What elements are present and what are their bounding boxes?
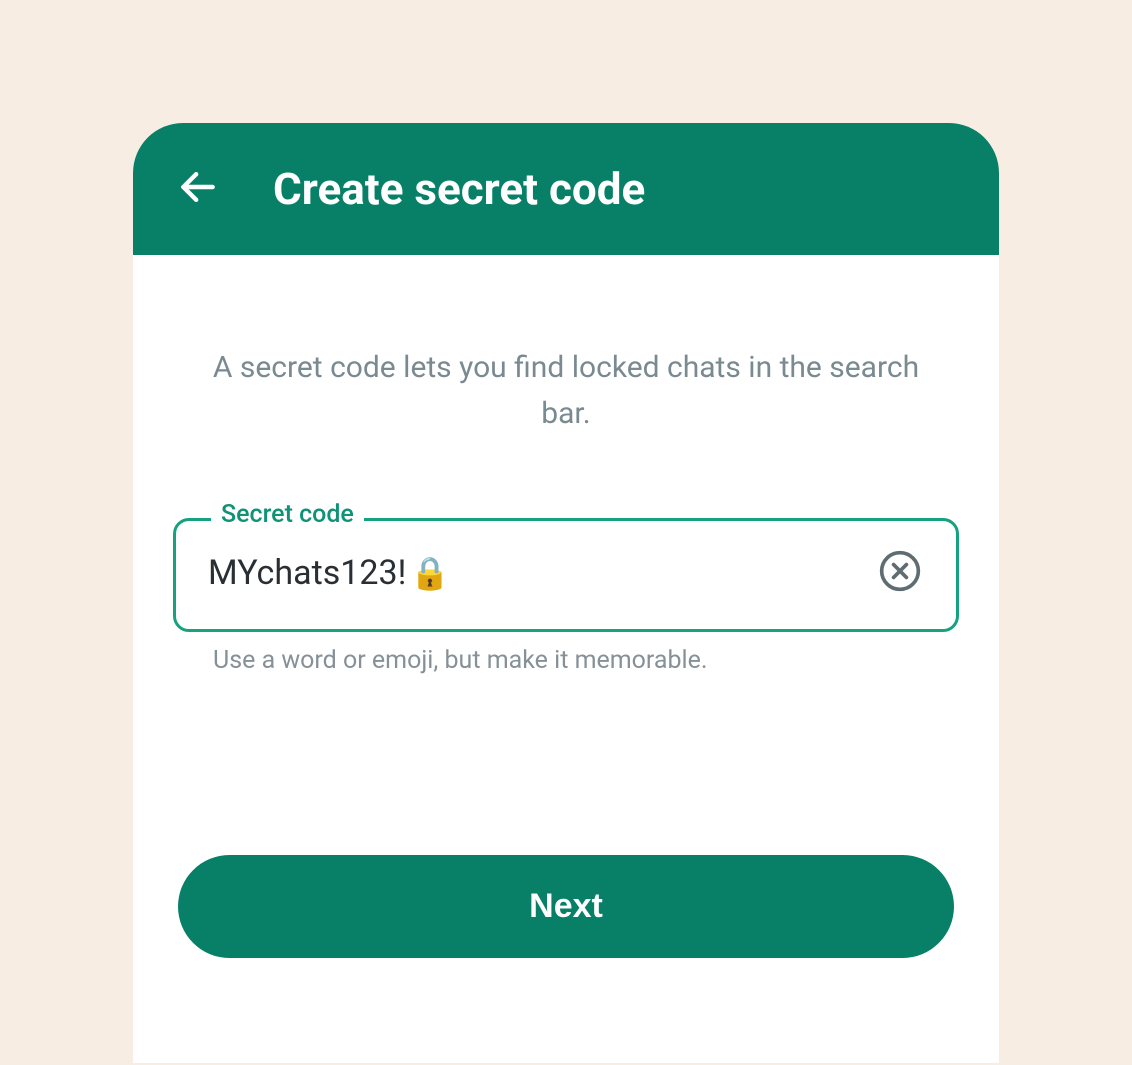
header-bar: Create secret code [133,123,999,255]
secret-code-label: Secret code [211,500,364,529]
secret-code-text: MYchats123! [208,553,406,593]
secret-code-input[interactable]: MYchats123!🔒 [173,518,959,632]
secret-code-value: MYchats123!🔒 [208,553,450,593]
back-arrow-icon [176,165,220,212]
description-text: A secret code lets you find locked chats… [173,345,959,438]
clear-button[interactable] [876,549,924,597]
app-screen: Create secret code A secret code lets yo… [133,123,999,1063]
helper-text: Use a word or emoji, but make it memorab… [173,646,959,675]
header-title: Create secret code [273,163,645,215]
secret-code-field-wrapper: Secret code MYchats123!🔒 [173,518,959,632]
lock-icon: 🔒 [410,557,450,589]
clear-x-icon [878,549,922,596]
content-area: A secret code lets you find locked chats… [133,255,999,958]
next-button[interactable]: Next [178,855,954,958]
back-button[interactable] [173,164,223,214]
